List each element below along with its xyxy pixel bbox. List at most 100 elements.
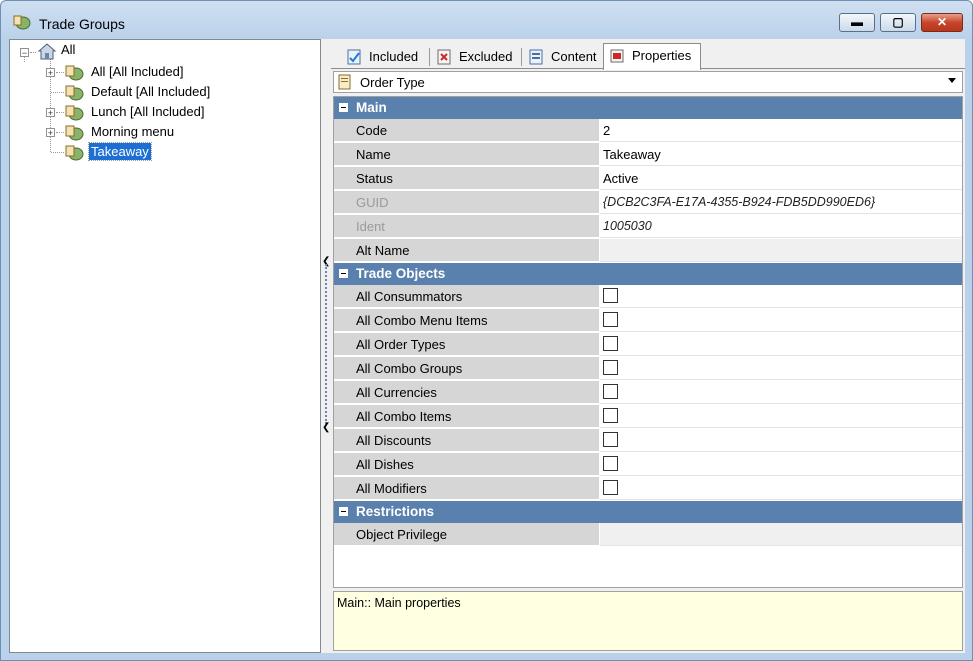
property-row-all-currencies[interactable]: All Currencies xyxy=(334,381,962,405)
property-row-all-modifiers[interactable]: All Modifiers xyxy=(334,477,962,501)
checkbox[interactable] xyxy=(603,384,618,399)
checkbox[interactable] xyxy=(603,456,618,471)
object-type-dropdown[interactable]: Order Type xyxy=(333,71,963,93)
property-row-status[interactable]: Status Active xyxy=(334,167,962,191)
tab-content[interactable]: Content xyxy=(523,45,601,69)
category-title: Trade Objects xyxy=(356,266,446,281)
property-value[interactable]: {DCB2C3FA-E17A-4355-B924-FDB5DD990ED6} xyxy=(600,191,962,214)
splitter-grip[interactable] xyxy=(325,264,327,424)
chevron-down-icon[interactable] xyxy=(948,78,956,83)
property-row-alt-name[interactable]: Alt Name xyxy=(334,239,962,263)
tree-node-morning-menu[interactable]: + Morning menu xyxy=(10,122,310,142)
property-value[interactable]: Takeaway xyxy=(600,143,962,166)
property-name: All Combo Groups xyxy=(334,357,599,380)
property-value-text: {DCB2C3FA-E17A-4355-B924-FDB5DD990ED6} xyxy=(603,195,876,209)
property-row-code[interactable]: Code 2 xyxy=(334,119,962,143)
category-main[interactable]: Main xyxy=(334,97,962,119)
tab-included[interactable]: Included xyxy=(341,45,427,69)
tree-node-takeaway[interactable]: Takeaway xyxy=(10,142,310,162)
property-name: All Consummators xyxy=(334,285,599,308)
checkbox[interactable] xyxy=(603,408,618,423)
checkbox[interactable] xyxy=(603,312,618,327)
window-title: Trade Groups xyxy=(39,16,125,32)
property-name-text: All Consummators xyxy=(356,289,463,304)
collapse-icon[interactable] xyxy=(339,103,348,112)
expand-icon[interactable]: + xyxy=(46,108,55,118)
collapse-icon[interactable]: − xyxy=(20,48,29,58)
property-row-guid[interactable]: GUID {DCB2C3FA-E17A-4355-B924-FDB5DD990E… xyxy=(334,191,962,215)
property-name-text: All Currencies xyxy=(356,385,437,400)
expand-icon[interactable]: + xyxy=(46,68,55,78)
collapse-icon[interactable] xyxy=(339,507,348,516)
property-name: Ident xyxy=(334,215,599,238)
minimize-icon: ▬ xyxy=(851,15,863,29)
property-name-text: All Discounts xyxy=(356,433,432,448)
maximize-icon: ▢ xyxy=(892,15,904,29)
x-document-icon xyxy=(437,49,451,65)
collapse-icon[interactable] xyxy=(339,269,348,278)
property-name-text: Code xyxy=(356,123,388,138)
tab-separator xyxy=(429,48,430,66)
tree-node-default[interactable]: Default [All Included] xyxy=(10,82,310,102)
tree-line xyxy=(51,92,64,93)
property-grid[interactable]: Main Code 2 Name Takeaway Status Active … xyxy=(333,96,963,588)
trade-groups-tree[interactable]: − All + All [All Included] Default [All … xyxy=(9,39,321,653)
collapse-left-arrow-icon[interactable]: ❮ xyxy=(322,422,330,433)
property-name-text: Status xyxy=(356,171,393,186)
property-row-all-combo-groups[interactable]: All Combo Groups xyxy=(334,357,962,381)
property-row-all-discounts[interactable]: All Discounts xyxy=(334,429,962,453)
checkbox[interactable] xyxy=(603,432,618,447)
property-name-text: All Combo Menu Items xyxy=(356,313,488,328)
property-row-name[interactable]: Name Takeaway xyxy=(334,143,962,167)
property-row-all-consummators[interactable]: All Consummators xyxy=(334,285,962,309)
property-value-text: 1005030 xyxy=(603,219,652,233)
panel-splitter[interactable]: ❮ ❮ xyxy=(322,39,330,651)
tree-node-lunch[interactable]: + Lunch [All Included] xyxy=(10,102,310,122)
property-name: All Dishes xyxy=(334,453,599,476)
tree-node-all[interactable]: + All [All Included] xyxy=(10,62,310,82)
tab-label: Included xyxy=(369,49,419,64)
tab-label: Content xyxy=(551,49,597,64)
category-restrictions[interactable]: Restrictions xyxy=(334,501,962,523)
checkbox[interactable] xyxy=(603,336,618,351)
tree-line xyxy=(56,72,64,73)
title-bar[interactable]: Trade Groups ▬ ▢ ✕ xyxy=(1,1,972,39)
property-description-text: Main:: Main properties xyxy=(337,596,461,610)
property-name: Name xyxy=(334,143,599,166)
property-name-text: All Dishes xyxy=(356,457,414,472)
client-area: − All + All [All Included] Default [All … xyxy=(9,39,965,653)
property-value[interactable]: 1005030 xyxy=(600,215,962,238)
property-description-panel: Main:: Main properties xyxy=(333,591,963,651)
category-trade-objects[interactable]: Trade Objects xyxy=(334,263,962,285)
minimize-button[interactable]: ▬ xyxy=(839,13,875,32)
property-row-all-dishes[interactable]: All Dishes xyxy=(334,453,962,477)
property-row-all-combo-items[interactable]: All Combo Items xyxy=(334,405,962,429)
trade-group-icon xyxy=(65,105,84,121)
details-panel: Included Excluded Content Properties Ord… xyxy=(331,39,965,653)
checkbox[interactable] xyxy=(603,288,618,303)
property-value-text: Active xyxy=(603,171,639,186)
property-value[interactable] xyxy=(600,523,962,546)
tree-node-root[interactable]: − All xyxy=(10,42,310,62)
property-value[interactable] xyxy=(600,239,962,262)
expand-icon[interactable]: + xyxy=(46,128,55,138)
checkbox[interactable] xyxy=(603,480,618,495)
tree-node-label: Lunch [All Included] xyxy=(91,104,205,119)
maximize-button[interactable]: ▢ xyxy=(880,13,916,32)
tab-properties[interactable]: Properties xyxy=(603,43,701,70)
tree-line xyxy=(56,132,64,133)
trade-group-icon xyxy=(65,145,84,161)
property-value[interactable]: 2 xyxy=(600,119,962,142)
property-row-object-privilege[interactable]: Object Privilege xyxy=(334,523,962,547)
tree-node-label: All [All Included] xyxy=(91,64,184,79)
close-button[interactable]: ✕ xyxy=(921,13,963,32)
property-row-ident[interactable]: Ident 1005030 xyxy=(334,215,962,239)
tree-node-label: All xyxy=(61,42,76,57)
property-value[interactable]: Active xyxy=(600,167,962,190)
property-row-all-order-types[interactable]: All Order Types xyxy=(334,333,962,357)
tab-excluded[interactable]: Excluded xyxy=(431,45,519,69)
checkbox[interactable] xyxy=(603,360,618,375)
property-row-all-combo-menu-items[interactable]: All Combo Menu Items xyxy=(334,309,962,333)
category-title: Restrictions xyxy=(356,504,435,519)
property-value-text: 2 xyxy=(603,123,611,138)
